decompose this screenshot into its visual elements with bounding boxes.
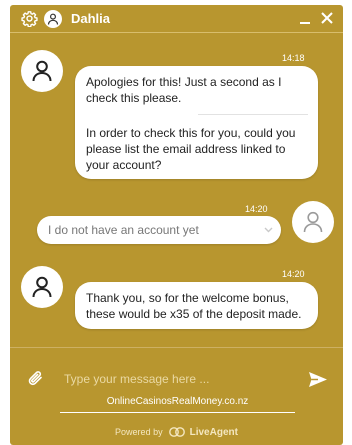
agent-message: Apologies for this! Just a second as I c… bbox=[75, 66, 318, 179]
message-time: 14:20 bbox=[282, 269, 305, 279]
composer-divider bbox=[10, 347, 343, 348]
agent-name: Dahlia bbox=[71, 11, 111, 26]
message-text: Thank you, so for the welcome bonus, the… bbox=[86, 291, 302, 321]
send-icon[interactable] bbox=[308, 371, 328, 388]
message-text: Apologies for this! Just a second as I c… bbox=[86, 75, 282, 105]
close-icon[interactable] bbox=[320, 11, 334, 25]
message-text: I do not have an account yet bbox=[48, 223, 199, 237]
user-avatar-icon bbox=[32, 276, 52, 298]
agent-avatar bbox=[44, 10, 62, 28]
powered-by-text: Powered by bbox=[115, 427, 163, 437]
message-divider bbox=[198, 114, 308, 115]
watermark: OnlineCasinosRealMoney.co.nz bbox=[60, 395, 295, 413]
chat-widget: Dahlia 14:18 Apologies for this! Just a … bbox=[10, 5, 343, 445]
chevron-down-icon bbox=[264, 227, 273, 233]
user-avatar-icon bbox=[47, 13, 59, 25]
message-time: 14:18 bbox=[282, 53, 305, 63]
agent-avatar bbox=[21, 266, 63, 308]
message-input[interactable] bbox=[64, 369, 294, 389]
powered-by: Powered by LiveAgent bbox=[10, 426, 343, 439]
visitor-message: I do not have an account yet bbox=[37, 216, 281, 244]
agent-message: Thank you, so for the welcome bonus, the… bbox=[75, 282, 318, 329]
chat-header: Dahlia bbox=[10, 5, 343, 33]
powered-by-brand[interactable]: LiveAgent bbox=[190, 427, 238, 438]
gear-icon[interactable] bbox=[21, 10, 38, 27]
user-avatar-icon bbox=[32, 60, 52, 82]
paperclip-icon[interactable] bbox=[28, 370, 44, 387]
message-time: 14:20 bbox=[245, 204, 268, 214]
agent-avatar bbox=[21, 50, 63, 92]
message-text: In order to check this for you, could yo… bbox=[86, 126, 296, 172]
visitor-avatar bbox=[292, 201, 334, 243]
user-avatar-icon bbox=[303, 211, 323, 233]
minimize-icon[interactable] bbox=[298, 12, 312, 26]
liveagent-logo-icon bbox=[169, 427, 185, 437]
